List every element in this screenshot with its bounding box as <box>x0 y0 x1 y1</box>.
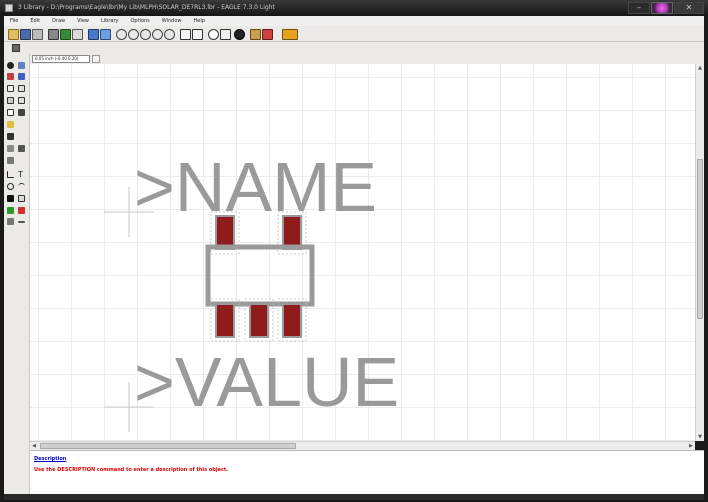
name-placeholder-text[interactable]: >NAME <box>134 148 377 226</box>
description-panel: Description Use the DESCRIPTION command … <box>30 450 704 494</box>
pad[interactable] <box>210 298 240 342</box>
pinswap-icon[interactable] <box>18 145 25 152</box>
status-bar <box>4 494 704 500</box>
coordinate-readout: 0.05 inch (-0.40 0.20) <box>32 55 90 63</box>
title-bar: 3 Library - D:\Programs\Eagle\lbr\My Lib… <box>0 0 708 16</box>
package-drawing: >NAME >VALUE <box>104 148 399 432</box>
window-title: 3 Library - D:\Programs\Eagle\lbr\My Lib… <box>18 4 275 11</box>
value-placeholder-text[interactable]: >VALUE <box>134 343 399 421</box>
wire-icon[interactable] <box>7 171 14 178</box>
dimension-icon[interactable] <box>18 221 25 223</box>
scroll-up-arrow-icon[interactable]: ▲ <box>696 64 704 72</box>
eagle-window: 3 Library - D:\Programs\Eagle\lbr\My Lib… <box>0 0 708 502</box>
zoom-select-icon[interactable] <box>164 29 175 40</box>
zoom-out-icon[interactable] <box>140 29 151 40</box>
coordinate-bar: 0.05 inch (-0.40 0.20) <box>30 54 704 64</box>
library-icon[interactable] <box>250 29 261 40</box>
menu-draw[interactable]: Draw <box>46 18 71 24</box>
coordinate-dropdown-button[interactable] <box>92 55 100 63</box>
zoom-in-icon[interactable] <box>128 29 139 40</box>
menu-file[interactable]: File <box>4 18 24 24</box>
move-icon[interactable] <box>7 85 14 92</box>
eagle-app-icon <box>5 4 13 12</box>
open-icon[interactable] <box>8 29 19 40</box>
board-icon[interactable] <box>60 29 71 40</box>
zoom-redraw-icon[interactable] <box>152 29 163 40</box>
parameter-toolbar <box>4 42 704 54</box>
zoom-fit-icon[interactable] <box>116 29 127 40</box>
redo-icon[interactable] <box>192 29 203 40</box>
print-icon[interactable] <box>32 29 43 40</box>
info-icon[interactable] <box>7 62 14 69</box>
go-icon[interactable] <box>220 29 231 40</box>
copy-icon[interactable] <box>18 85 25 92</box>
mark-icon[interactable] <box>18 73 25 80</box>
vertical-scrollbar[interactable]: ▲ ▼ <box>695 64 704 441</box>
package-icon[interactable] <box>262 29 273 40</box>
change-icon[interactable] <box>18 109 25 116</box>
menu-options[interactable]: Options <box>124 18 155 24</box>
add-icon[interactable] <box>7 145 14 152</box>
display-icon[interactable] <box>7 73 14 80</box>
show-icon[interactable] <box>18 62 25 69</box>
menu-window[interactable]: Window <box>156 18 188 24</box>
stop-icon[interactable] <box>208 29 219 40</box>
package-outline[interactable] <box>205 244 315 307</box>
command-toolbar: T <box>4 54 30 494</box>
replace-icon[interactable] <box>7 157 14 164</box>
circle-icon[interactable] <box>7 183 14 190</box>
description-link[interactable]: Description <box>34 456 66 462</box>
rotate-icon[interactable] <box>18 97 25 104</box>
menu-library[interactable]: Library <box>95 18 124 24</box>
text-icon[interactable]: T <box>18 171 25 179</box>
horizontal-scrollbar[interactable]: ◀ ▶ <box>30 441 695 450</box>
grid-icon[interactable] <box>12 44 20 52</box>
window-controls: – ✕ <box>628 2 704 14</box>
maximize-button[interactable] <box>651 2 673 14</box>
scroll-right-arrow-icon[interactable]: ▶ <box>687 442 695 450</box>
description-hint: Use the DESCRIPTION command to enter a d… <box>34 467 229 473</box>
device-icon[interactable] <box>282 29 298 40</box>
drawing-canvas[interactable]: >NAME >VALUE <box>30 64 695 441</box>
via-icon[interactable] <box>7 207 14 214</box>
polygon-icon[interactable] <box>18 195 25 202</box>
run-icon[interactable] <box>100 29 111 40</box>
save-icon[interactable] <box>20 29 31 40</box>
undo-icon[interactable] <box>180 29 191 40</box>
paste-icon[interactable] <box>7 121 14 128</box>
attribute-icon[interactable] <box>7 218 14 225</box>
cam-icon[interactable] <box>48 29 59 40</box>
hole-icon[interactable] <box>18 207 25 214</box>
action-toolbar <box>4 26 704 42</box>
help-icon[interactable] <box>234 29 245 40</box>
schematic-icon[interactable] <box>72 29 83 40</box>
horizontal-scroll-thumb[interactable] <box>40 443 296 449</box>
close-button[interactable]: ✕ <box>674 2 704 14</box>
delete-icon[interactable] <box>7 133 14 140</box>
mirror-icon[interactable] <box>7 97 14 104</box>
menu-help[interactable]: Help <box>188 18 211 24</box>
scroll-left-arrow-icon[interactable]: ◀ <box>30 442 38 450</box>
group-icon[interactable] <box>7 109 14 116</box>
scroll-down-arrow-icon[interactable]: ▼ <box>696 433 704 441</box>
script-icon[interactable] <box>88 29 99 40</box>
menu-view[interactable]: View <box>71 18 95 24</box>
vertical-scroll-thumb[interactable] <box>697 159 703 319</box>
menu-edit[interactable]: Edit <box>24 18 46 24</box>
menu-bar: File Edit Draw View Library Options Wind… <box>4 16 704 26</box>
pad[interactable] <box>277 298 307 342</box>
rect-icon[interactable] <box>7 195 14 202</box>
minimize-button[interactable]: – <box>628 2 650 14</box>
pad[interactable] <box>244 298 274 342</box>
arc-icon[interactable] <box>18 183 25 190</box>
